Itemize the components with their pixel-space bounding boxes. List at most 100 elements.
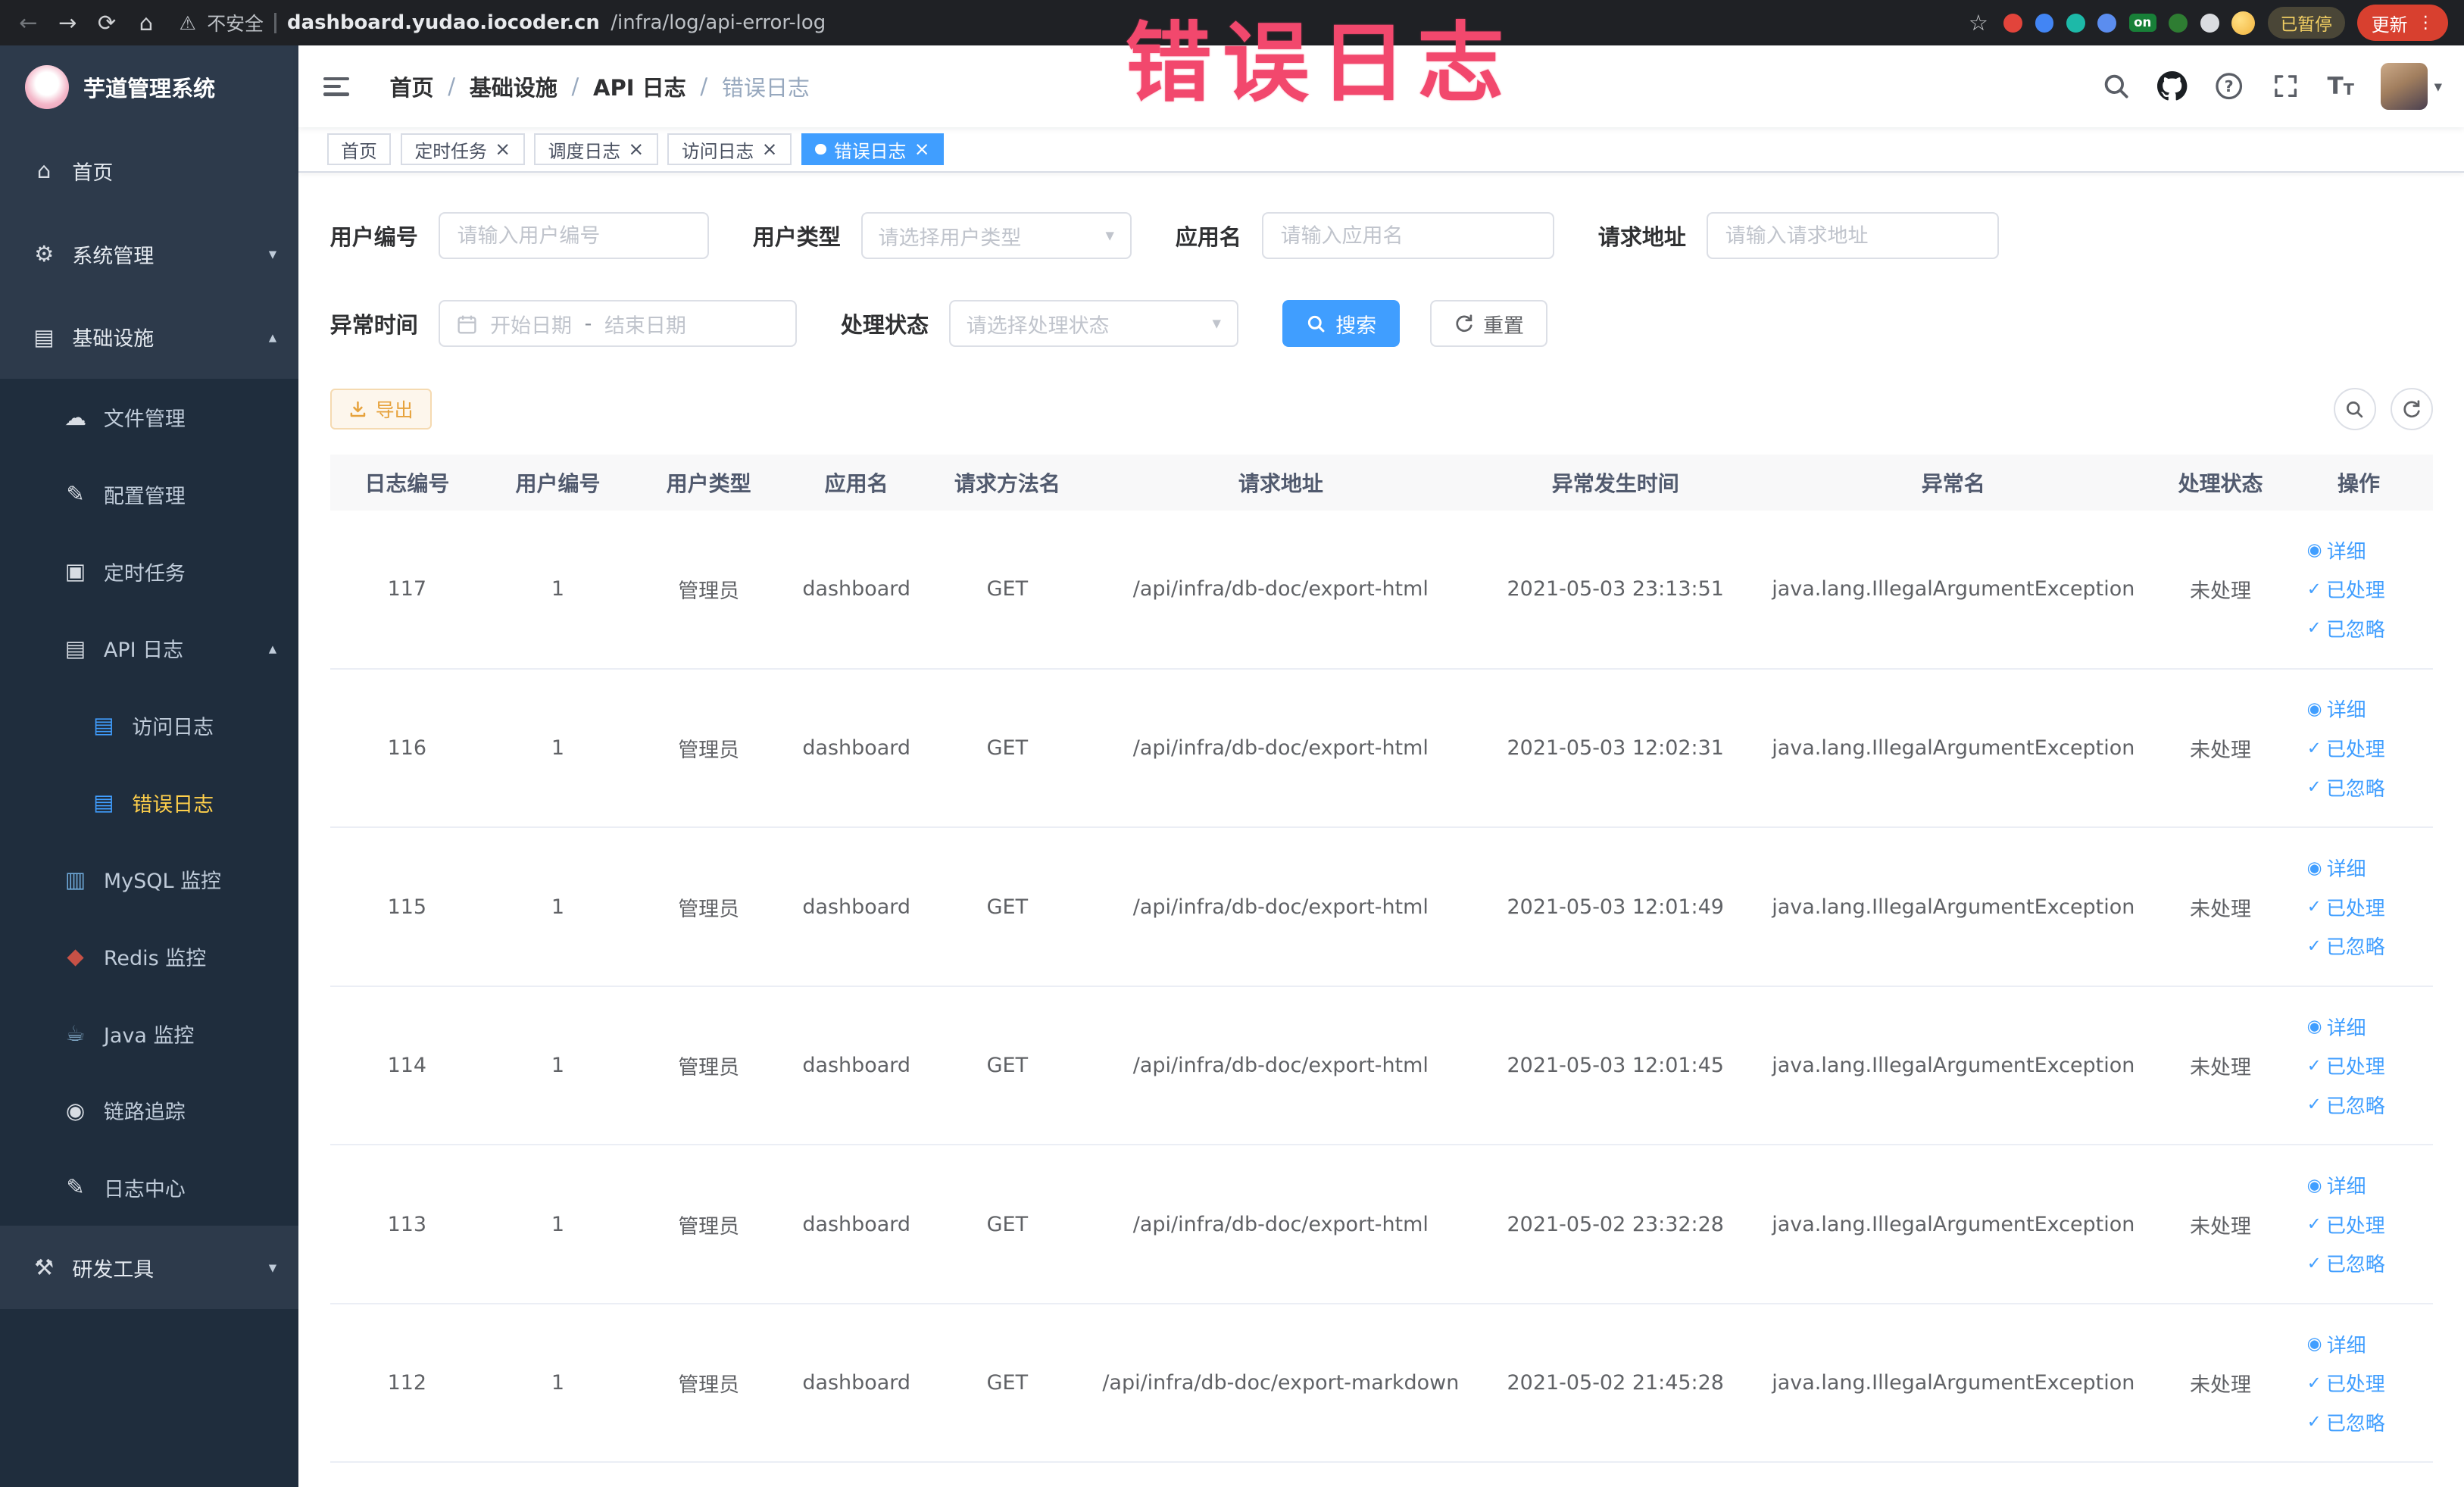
browser-menu-icon[interactable]: ⋮ — [2417, 13, 2434, 33]
app-name-input[interactable] — [1261, 212, 1554, 260]
address-bar[interactable]: ⚠ 不安全 dashboard.yudao.iocoder.cn/infra/l… — [179, 9, 1951, 36]
tab-schedule-logs[interactable]: 调度日志 × — [534, 133, 658, 165]
sidebar-item-redis-monitor[interactable]: ◆ Redis 监控 — [0, 918, 298, 995]
process-link[interactable]: ✓ 已处理 — [2307, 1369, 2411, 1397]
sidebar-item-infrastructure[interactable]: ▤ 基础设施 ▴ — [0, 295, 298, 379]
process-link[interactable]: ✓ 已处理 — [2307, 1051, 2411, 1079]
font-size-icon[interactable]: TT — [2327, 74, 2353, 98]
cell-log-id: 115 — [387, 895, 427, 919]
browser-reload-icon[interactable]: ⟳ — [94, 10, 119, 36]
sidebar-item-error-logs[interactable]: ▤ 错误日志 — [0, 764, 298, 841]
java-icon: ☕ — [65, 1020, 86, 1047]
ignore-link[interactable]: ✓ 已忽略 — [2307, 932, 2411, 960]
breadcrumb-api-logs[interactable]: API 日志 — [593, 70, 686, 102]
extension-red-icon[interactable] — [2003, 13, 2022, 33]
detail-link[interactable]: ◉ 详细 — [2307, 695, 2411, 723]
tab-scheduled-tasks[interactable]: 定时任务 × — [400, 133, 525, 165]
address-divider — [274, 12, 276, 33]
extension-paw-icon[interactable] — [2200, 13, 2219, 33]
chevron-up-icon: ▴ — [268, 639, 277, 658]
cell-status: 未处理 — [2190, 1373, 2251, 1398]
close-icon[interactable]: × — [628, 139, 644, 159]
close-icon[interactable]: × — [914, 139, 930, 159]
process-status-select[interactable]: 请选择处理状态 ▾ — [949, 300, 1238, 348]
column-header: 日志编号 — [364, 470, 450, 496]
fullscreen-icon[interactable] — [2271, 71, 2300, 101]
breadcrumb-infrastructure[interactable]: 基础设施 — [470, 70, 557, 102]
extension-apps-icon[interactable] — [2097, 13, 2117, 33]
browser-home-icon[interactable]: ⌂ — [133, 10, 158, 36]
search-button[interactable]: 搜索 — [1282, 300, 1401, 348]
breadcrumb-home[interactable]: 首页 — [390, 70, 434, 102]
main-area: 首页 / 基础设施 / API 日志 / 错误日志 ? T T ▾ 首页 定时任… — [298, 45, 2464, 1487]
refresh-button[interactable] — [2390, 388, 2433, 431]
user-menu[interactable]: ▾ — [2381, 62, 2442, 111]
extension-teal-icon[interactable] — [2066, 13, 2085, 33]
extension-blue-drop-icon[interactable] — [2035, 13, 2054, 33]
sidebar-item-file-management[interactable]: ☁ 文件管理 — [0, 379, 298, 456]
ignore-link[interactable]: ✓ 已忽略 — [2307, 1249, 2411, 1277]
search-icon[interactable] — [2101, 71, 2131, 101]
detail-link[interactable]: ◉ 详细 — [2307, 536, 2411, 564]
ignore-link[interactable]: ✓ 已忽略 — [2307, 614, 2411, 642]
sidebar-logo[interactable]: 芋道管理系统 — [0, 45, 298, 129]
user-id-input[interactable] — [438, 212, 709, 260]
sidebar-item-java-monitor[interactable]: ☕ Java 监控 — [0, 995, 298, 1072]
sync-paused-badge[interactable]: 已暂停 — [2267, 7, 2345, 39]
tab-access-logs[interactable]: 访问日志 × — [667, 133, 792, 165]
sidebar-item-mysql-monitor[interactable]: ▥ MySQL 监控 — [0, 841, 298, 918]
extension-leaf-icon[interactable] — [2169, 13, 2188, 33]
sidebar-item-config-management[interactable]: ✎ 配置管理 — [0, 456, 298, 533]
tab-error-logs-active[interactable]: 错误日志 × — [801, 133, 945, 165]
detail-link[interactable]: ◉ 详细 — [2307, 1013, 2411, 1041]
tab-label: 调度日志 — [548, 140, 621, 162]
detail-link[interactable]: ◉ 详细 — [2307, 1171, 2411, 1199]
cell-actions: ◉ 详细 ✓ 已处理 ✓ 已忽略 — [2291, 1013, 2426, 1119]
browser-back-icon[interactable]: ← — [16, 10, 41, 36]
github-icon[interactable] — [2157, 71, 2188, 101]
url-path: /infra/log/api-error-log — [611, 11, 826, 35]
hamburger-icon[interactable] — [298, 77, 377, 96]
user-type-select[interactable]: 请选择用户类型 ▾ — [860, 212, 1132, 260]
view-icon: ◉ — [2306, 858, 2322, 878]
toggle-search-button[interactable] — [2333, 388, 2376, 431]
sidebar-item-trace[interactable]: ◉ 链路追踪 — [0, 1072, 298, 1149]
sidebar-item-access-logs[interactable]: ▤ 访问日志 — [0, 687, 298, 764]
detail-link[interactable]: ◉ 详细 — [2307, 1330, 2411, 1358]
process-link[interactable]: ✓ 已处理 — [2307, 893, 2411, 921]
request-url-input[interactable] — [1706, 212, 1999, 260]
cell-app: dashboard — [802, 736, 910, 760]
ignore-link[interactable]: ✓ 已忽略 — [2307, 1091, 2411, 1119]
date-range-picker[interactable]: 开始日期 - 结束日期 — [438, 300, 797, 348]
sidebar-item-system-management[interactable]: ⚙ 系统管理 ▾ — [0, 212, 298, 295]
sidebar-item-api-logs[interactable]: ▤ API 日志 ▴ — [0, 610, 298, 687]
sidebar-item-home[interactable]: ⌂ 首页 — [0, 129, 298, 212]
cell-exception: java.lang.IllegalArgumentException — [1772, 1054, 2135, 1078]
process-link[interactable]: ✓ 已处理 — [2307, 734, 2411, 762]
sidebar-item-scheduled-tasks[interactable]: ▣ 定时任务 — [0, 533, 298, 610]
profile-avatar-icon[interactable] — [2231, 11, 2256, 35]
browser-forward-icon[interactable]: → — [55, 10, 80, 36]
process-link[interactable]: ✓ 已处理 — [2307, 1211, 2411, 1239]
export-button[interactable]: 导出 — [329, 389, 433, 430]
reset-button-label: 重置 — [1483, 314, 1524, 338]
ignore-link[interactable]: ✓ 已忽略 — [2307, 773, 2411, 801]
bookmark-star-icon[interactable]: ☆ — [1966, 10, 1991, 36]
avatar[interactable] — [2381, 62, 2428, 111]
sidebar-item-log-center[interactable]: ✎ 日志中心 — [0, 1149, 298, 1226]
help-icon[interactable]: ? — [2214, 71, 2244, 101]
tab-home[interactable]: 首页 — [326, 133, 392, 165]
detail-link[interactable]: ◉ 详细 — [2307, 854, 2411, 882]
browser-update-button[interactable]: 更新 ⋮ — [2357, 5, 2449, 41]
sidebar-item-dev-tools[interactable]: ⚒ 研发工具 ▾ — [0, 1226, 298, 1309]
extension-on-badge[interactable]: on — [2128, 14, 2156, 33]
cell-log-id: 116 — [387, 736, 427, 760]
close-icon[interactable]: × — [495, 139, 511, 159]
filter-label: 处理状态 — [840, 312, 929, 339]
cell-status: 未处理 — [2190, 579, 2251, 604]
gear-icon: ⚙ — [34, 241, 55, 267]
process-link[interactable]: ✓ 已处理 — [2307, 575, 2411, 603]
close-icon[interactable]: × — [762, 139, 778, 159]
ignore-link[interactable]: ✓ 已忽略 — [2307, 1408, 2411, 1436]
reset-button[interactable]: 重置 — [1429, 300, 1548, 348]
